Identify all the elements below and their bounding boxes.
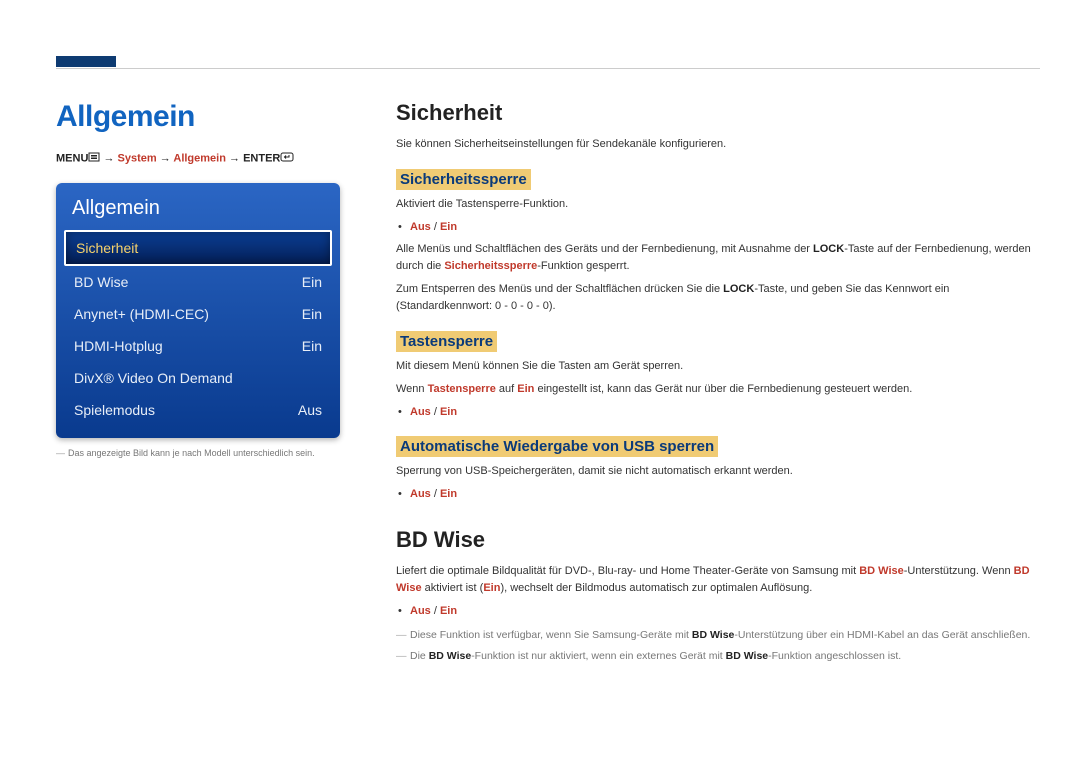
arrow-2: → xyxy=(160,152,174,164)
bdwise-notes: Diese Funktion ist verfügbar, wenn Sie S… xyxy=(396,627,1040,665)
header-rule xyxy=(56,68,1040,69)
menu-panel: Allgemein Sicherheit BD Wise Ein Anynet+… xyxy=(56,183,340,438)
sub-tastensperre: Tastensperre xyxy=(396,331,497,352)
menu-item-bdwise[interactable]: BD Wise Ein xyxy=(64,266,332,298)
t: -Unterstützung. Wenn xyxy=(904,565,1014,577)
tasten-options: Aus / Ein xyxy=(396,404,1040,422)
menu-item-value: Ein xyxy=(302,338,322,354)
bdwise-note-1: Diese Funktion ist verfügbar, wenn Sie S… xyxy=(410,627,1040,644)
opt-ein: Ein xyxy=(440,605,457,617)
sicherheit-intro: Sie können Sicherheitseinstellungen für … xyxy=(396,136,1040,153)
menu-item-anynet[interactable]: Anynet+ (HDMI-CEC) Ein xyxy=(64,298,332,330)
heading-sicherheit: Sicherheit xyxy=(396,100,1040,126)
left-column: Allgemein MENU → System → Allgemein → EN… xyxy=(56,100,396,668)
menu-icon xyxy=(88,152,100,165)
t: Zum Entsperren des Menüs und der Schaltf… xyxy=(396,283,723,295)
bdwise-option: Aus / Ein xyxy=(410,603,1040,621)
heading-bdwise: BD Wise xyxy=(396,527,1040,553)
t: Tastensperre xyxy=(428,383,496,395)
t: -Funktion ist nur aktiviert, wenn ein ex… xyxy=(471,650,725,662)
t: eingestellt ist, kann das Gerät nur über… xyxy=(534,383,912,395)
opt-ein: Ein xyxy=(440,221,457,233)
menu-header: Allgemein xyxy=(56,183,340,230)
t: Sicherheitssperre xyxy=(444,260,537,272)
menu-item-label: Sicherheit xyxy=(76,240,138,256)
menu-item-label: BD Wise xyxy=(74,274,128,290)
breadcrumb-enter: ENTER xyxy=(243,152,280,164)
header-accent-bar xyxy=(56,56,116,67)
page-content: Allgemein MENU → System → Allgemein → EN… xyxy=(56,100,1040,668)
menu-item-hdmi-hotplug[interactable]: HDMI-Hotplug Ein xyxy=(64,330,332,362)
arrow-3: → xyxy=(229,152,243,164)
menu-item-label: DivX® Video On Demand xyxy=(74,370,233,386)
t: Alle Menüs und Schaltflächen des Geräts … xyxy=(396,243,813,255)
usb-option: Aus / Ein xyxy=(410,486,1040,504)
t: -Funktion angeschlossen ist. xyxy=(768,650,901,662)
tasten-option: Aus / Ein xyxy=(410,404,1040,422)
arrow-1: → xyxy=(103,152,117,164)
menu-item-value: Ein xyxy=(302,274,322,290)
opt-ein: Ein xyxy=(440,406,457,418)
t: Diese Funktion ist verfügbar, wenn Sie S… xyxy=(410,629,692,641)
t: BD Wise xyxy=(429,650,472,662)
t: Ein xyxy=(483,582,500,594)
t: Liefert die optimale Bildqualität für DV… xyxy=(396,565,859,577)
t: Ein xyxy=(517,383,534,395)
bdwise-note-2: Die BD Wise-Funktion ist nur aktiviert, … xyxy=(410,648,1040,665)
menu-item-label: HDMI-Hotplug xyxy=(74,338,163,354)
t: -Unterstützung über ein HDMI-Kabel an da… xyxy=(734,629,1030,641)
opt-aus: Aus xyxy=(410,221,431,233)
sperre-p3: Zum Entsperren des Menüs und der Schaltf… xyxy=(396,281,1040,315)
t: auf xyxy=(496,383,517,395)
breadcrumb-menu: MENU xyxy=(56,152,88,164)
t: BD Wise xyxy=(859,565,904,577)
bdwise-p1: Liefert die optimale Bildqualität für DV… xyxy=(396,563,1040,597)
tasten-p2: Wenn Tastensperre auf Ein eingestellt is… xyxy=(396,381,1040,398)
usb-options: Aus / Ein xyxy=(396,486,1040,504)
menu-item-divx[interactable]: DivX® Video On Demand xyxy=(64,362,332,394)
t: Wenn xyxy=(396,383,428,395)
menu-item-label: Anynet+ (HDMI-CEC) xyxy=(74,306,209,322)
bdwise-options: Aus / Ein xyxy=(396,603,1040,621)
t: ), wechselt der Bildmodus automatisch zu… xyxy=(500,582,812,594)
opt-sep: / xyxy=(431,605,440,617)
t: aktiviert ist ( xyxy=(422,582,484,594)
menu-item-value: Aus xyxy=(298,402,322,418)
image-disclaimer: Das angezeigte Bild kann je nach Modell … xyxy=(56,448,356,458)
breadcrumb: MENU → System → Allgemein → ENTER xyxy=(56,152,356,165)
t: BD Wise xyxy=(726,650,769,662)
opt-sep: / xyxy=(431,406,440,418)
sub-usb: Automatische Wiedergabe von USB sperren xyxy=(396,436,718,457)
menu-item-value: Ein xyxy=(302,306,322,322)
tasten-p1: Mit diesem Menü können Sie die Tasten am… xyxy=(396,358,1040,375)
sperre-option: Aus / Ein xyxy=(410,219,1040,237)
sub-sicherheitssperre: Sicherheitssperre xyxy=(396,169,531,190)
opt-sep: / xyxy=(431,488,440,500)
sperre-p1: Aktiviert die Tastensperre-Funktion. xyxy=(396,196,1040,213)
t: LOCK xyxy=(723,283,754,295)
opt-sep: / xyxy=(431,221,440,233)
t: -Funktion gesperrt. xyxy=(537,260,629,272)
opt-aus: Aus xyxy=(410,406,431,418)
sperre-options: Aus / Ein xyxy=(396,219,1040,237)
usb-p1: Sperrung von USB-Speichergeräten, damit … xyxy=(396,463,1040,480)
opt-ein: Ein xyxy=(440,488,457,500)
sperre-p2: Alle Menüs und Schaltflächen des Geräts … xyxy=(396,241,1040,275)
page-title: Allgemein xyxy=(56,100,356,134)
menu-item-label: Spielemodus xyxy=(74,402,155,418)
t: BD Wise xyxy=(692,629,735,641)
menu-item-sicherheit[interactable]: Sicherheit xyxy=(64,230,332,266)
opt-aus: Aus xyxy=(410,488,431,500)
breadcrumb-system: System xyxy=(118,152,157,164)
enter-icon xyxy=(280,152,294,165)
menu-item-spielemodus[interactable]: Spielemodus Aus xyxy=(64,394,332,426)
t: LOCK xyxy=(813,243,844,255)
breadcrumb-allgemein: Allgemein xyxy=(173,152,226,164)
t: Die xyxy=(410,650,429,662)
menu-body: Sicherheit BD Wise Ein Anynet+ (HDMI-CEC… xyxy=(56,230,340,438)
opt-aus: Aus xyxy=(410,605,431,617)
right-column: Sicherheit Sie können Sicherheitseinstel… xyxy=(396,100,1040,668)
